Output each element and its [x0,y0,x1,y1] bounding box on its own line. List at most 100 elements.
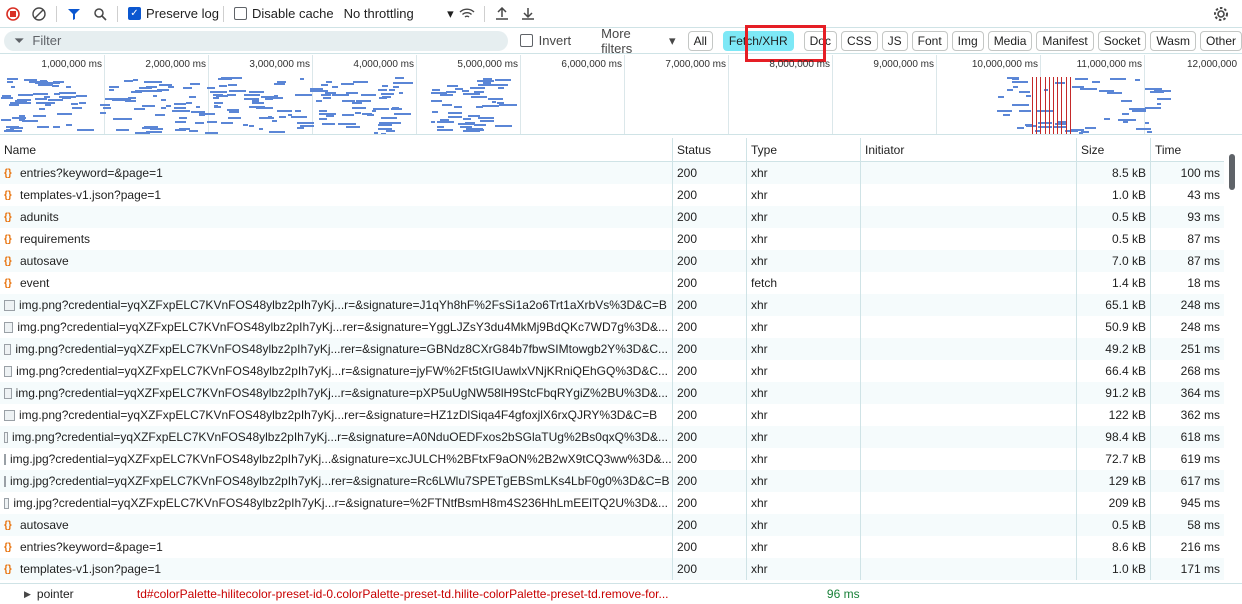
table-row[interactable]: {} requirements 200 xhr 0.5 kB 87 ms [0,228,1224,250]
timeline-request-bar [1122,120,1129,123]
cell-size: 122 kB [1077,404,1151,426]
cell-time: 248 ms [1180,298,1220,312]
timeline-request-bar [385,130,396,133]
more-filters-dropdown[interactable]: More filters ▾ [601,26,675,56]
import-har-icon[interactable] [489,0,515,28]
timeline-request-bar [1146,130,1152,133]
request-name: img.png?credential=yqXZFxpELC7KVnFOS48yl… [15,342,668,356]
expand-triangle-icon[interactable]: ▶ [24,589,31,600]
column-header-type[interactable]: Type [747,138,861,161]
timeline-request-bar [52,84,60,87]
timeline-overview[interactable]: 1,000,000 ms 2,000,000 ms 3,000,000 ms 4,00… [0,55,1242,135]
chip-img[interactable]: Img [951,30,984,51]
timeline-request-bar [477,80,494,83]
chip-other[interactable]: Other [1199,30,1242,51]
table-row[interactable]: {} autosave 200 xhr 7.0 kB 87 ms [0,250,1224,272]
filter-input[interactable]: ⏷ Filter [4,30,508,51]
record-icon[interactable] [0,0,26,28]
network-conditions-icon[interactable] [454,0,480,28]
timeline-request-bar [395,77,404,80]
xhr-icon: {} [4,167,12,179]
cell-initiator [861,360,1077,382]
cell-type: xhr [747,206,861,228]
table-row[interactable]: img.png?credential=yqXZFxpELC7KVnFOS48yl… [0,404,1224,426]
timeline-request-bar [124,79,134,82]
clear-icon[interactable] [26,0,52,28]
timeline-request-bar [1018,90,1030,93]
export-har-icon[interactable] [515,0,541,28]
timeline-request-bar [447,111,454,114]
column-header-time[interactable]: Time [1151,138,1224,161]
table-row[interactable]: img.png?credential=yqXZFxpELC7KVnFOS48yl… [0,360,1224,382]
table-row[interactable]: {} entries?keyword=&page=1 200 xhr 8.6 kB 216… [0,536,1224,558]
checkbox-checked-icon: ✓ [128,7,141,20]
table-row[interactable]: {} templates-v1.json?page=1 200 xhr 1.0 kB 17… [0,558,1224,580]
scrollbar-thumb[interactable] [1229,154,1235,190]
request-name: templates-v1.json?page=1 [20,562,162,576]
timeline-request-bar [391,108,403,111]
request-name: img.png?credential=yqXZFxpELC7KVnFOS48yl… [17,320,668,334]
table-row[interactable]: {} templates-v1.json?page=1 200 xhr 1.0 kB 43… [0,184,1224,206]
invert-checkbox[interactable]: Invert [519,33,571,48]
divider [222,5,224,22]
filter-funnel-icon[interactable] [61,0,87,28]
timeline-request-bar [459,126,473,129]
throttling-select[interactable]: No throttling ▾ [344,6,454,22]
timeline-request-bar [1104,117,1110,120]
table-row[interactable]: img.jpg?credential=yqXZFxpELC7KVnFOS48yl… [0,448,1224,470]
chip-media[interactable]: Media [987,30,1033,51]
chip-font[interactable]: Font [911,30,948,51]
bottom-time: 96 ms [826,587,860,601]
timeline-tick-label: 3,000,000 ms [249,59,310,70]
settings-gear-icon[interactable] [1208,0,1234,28]
cell-size: 8.6 kB [1077,536,1151,558]
table-row[interactable]: img.png?credential=yqXZFxpELC7KVnFOS48yl… [0,338,1224,360]
cell-name: img.jpg?credential=yqXZFxpELC7KVnFOS48yl… [0,448,673,470]
table-row[interactable]: img.jpg?credential=yqXZFxpELC7KVnFOS48yl… [0,492,1224,514]
chip-js[interactable]: JS [881,30,908,51]
table-row[interactable]: {} adunits 200 xhr 0.5 kB 93 ms [0,206,1224,228]
timeline-tick: 7,000,000 ms [665,55,729,134]
table-row[interactable]: {} autosave 200 xhr 0.5 kB 58 ms [0,514,1224,536]
vertical-scrollbar[interactable] [1224,138,1242,584]
timeline-tick-label: 10,000,000 ms [971,59,1038,70]
search-icon[interactable] [87,0,113,28]
image-icon [4,365,13,377]
timeline-request-bar [353,80,360,83]
column-header-size[interactable]: Size [1077,138,1151,161]
chip-css[interactable]: CSS [840,30,878,51]
table-row[interactable]: {} event 200 fetch 1.4 kB 18 ms [0,272,1224,294]
timeline-request-bar [1081,131,1090,134]
xhr-icon: {} [4,541,12,553]
preserve-log-checkbox[interactable]: ✓ Preserve log [128,6,219,21]
column-header-status[interactable]: Status [673,138,747,161]
cell-name: img.png?credential=yqXZFxpELC7KVnFOS48yl… [0,338,673,360]
disable-cache-checkbox[interactable]: Disable cache [233,6,334,21]
table-row[interactable]: {} entries?keyword=&page=1 200 xhr 8.5 kB 100… [0,162,1224,184]
timeline-request-bar [1017,127,1025,129]
cell-status: 200 [673,228,747,250]
cell-initiator [861,316,1077,338]
chip-all[interactable]: All [687,30,713,51]
table-row[interactable]: img.png?credential=yqXZFxpELC7KVnFOS48yl… [0,426,1224,448]
timeline-request-bar [1012,80,1028,83]
table-row[interactable]: img.png?credential=yqXZFxpELC7KVnFOS48yl… [0,316,1224,338]
table-row[interactable]: img.png?credential=yqXZFxpELC7KVnFOS48yl… [0,294,1224,316]
table-row[interactable]: img.jpg?credential=yqXZFxpELC7KVnFOS48yl… [0,470,1224,492]
cell-type: xhr [747,250,861,272]
timeline-tick: 6,000,000 ms [561,55,625,134]
timeline-request-bar [190,82,200,85]
column-header-name[interactable]: Name [0,138,673,161]
timeline-request-bar [6,80,14,83]
bottom-label: pointer [36,587,74,601]
column-header-initiator[interactable]: Initiator [861,138,1077,161]
chip-socket[interactable]: Socket [1097,30,1147,51]
timeline-request-bar [217,95,229,98]
timeline-request-bar [499,103,517,106]
timeline-request-bar [325,114,334,117]
table-row[interactable]: img.png?credential=yqXZFxpELC7KVnFOS48yl… [0,382,1224,404]
timeline-request-bar [1065,130,1078,133]
xhr-icon: {} [4,519,12,531]
chip-manifest[interactable]: Manifest [1036,30,1094,51]
chip-wasm[interactable]: Wasm [1150,30,1196,51]
